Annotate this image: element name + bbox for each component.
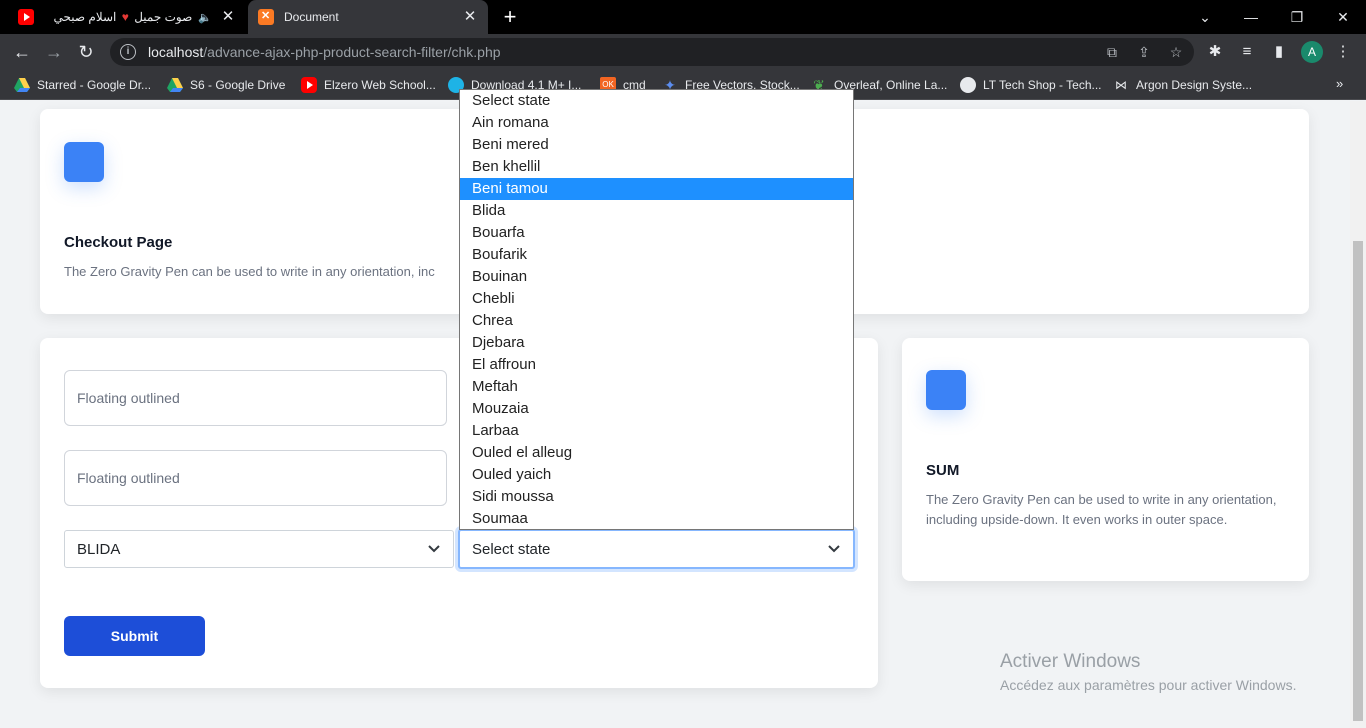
- new-tab-button[interactable]: +: [498, 5, 522, 29]
- tab-title-document: Document: [284, 10, 339, 24]
- bookmark-item[interactable]: S6 - Google Drive: [167, 76, 285, 94]
- dropdown-option[interactable]: Meftah: [460, 376, 853, 398]
- tab-bar: صوت جميل ♥ اسلام صبحي 🔈 ✕ Document ✕ + ⌄…: [0, 0, 1366, 34]
- chevron-down-icon: [428, 545, 440, 553]
- floating-input-2[interactable]: Floating outlined: [64, 450, 447, 506]
- dropdown-option[interactable]: Chrea: [460, 310, 853, 332]
- input-placeholder: Floating outlined: [77, 470, 180, 486]
- dropdown-option[interactable]: Ben khellil: [460, 156, 853, 178]
- share-icon[interactable]: ⇪: [1136, 44, 1152, 60]
- google-drive-icon: [14, 77, 30, 93]
- dropdown-option[interactable]: Sidi moussa: [460, 486, 853, 508]
- page-scrollbar[interactable]: [1350, 101, 1366, 728]
- star-icon[interactable]: ☆: [1168, 44, 1184, 60]
- bookmark-label: Argon Design Syste...: [1136, 78, 1253, 92]
- url-text: localhost/advance-ajax-php-product-searc…: [148, 44, 501, 60]
- dropdown-option[interactable]: Select state: [460, 90, 853, 112]
- sum-description: The Zero Gravity Pen can be used to writ…: [926, 492, 1277, 527]
- dropdown-option[interactable]: Ain romana: [460, 112, 853, 134]
- url-path: /advance-ajax-php-product-search-filter/…: [203, 44, 501, 60]
- watermark-title: Activer Windows: [1000, 651, 1141, 672]
- xampp-icon: [258, 9, 274, 25]
- avatar[interactable]: A: [1301, 41, 1323, 63]
- state-select[interactable]: Select state: [458, 529, 855, 569]
- restore-icon[interactable]: ❐: [1274, 0, 1320, 34]
- floating-input-1[interactable]: Floating outlined: [64, 370, 447, 426]
- close-tab-icon[interactable]: ✕: [220, 9, 236, 25]
- submit-button[interactable]: Submit: [64, 616, 205, 656]
- media-control-icon[interactable]: ≡: [1237, 42, 1257, 62]
- heart-icon: ♥: [121, 10, 129, 24]
- globe-icon: [960, 77, 976, 93]
- bookmark-item[interactable]: LT Tech Shop - Tech...: [960, 76, 1102, 94]
- side-panel-icon[interactable]: ▮: [1269, 42, 1289, 62]
- tab-title-youtube: صوت جميل ♥ اسلام صبحي: [44, 10, 193, 24]
- dropdown-option[interactable]: El affroun: [460, 354, 853, 376]
- dropdown-option[interactable]: Beni mered: [460, 134, 853, 156]
- dropdown-option[interactable]: Boufarik: [460, 244, 853, 266]
- checkout-card-icon: [64, 142, 104, 182]
- page-title: Checkout Page: [64, 234, 173, 251]
- windows-activation-watermark: Activer Windows Accédez aux paramètres p…: [1000, 651, 1296, 693]
- tab-title-main: اسلام صبحي: [53, 10, 117, 24]
- browser-toolbar: ← → ↻ i localhost/advance-ajax-php-produ…: [0, 34, 1366, 70]
- info-icon[interactable]: i: [120, 44, 136, 60]
- dropdown-option[interactable]: Blida: [460, 200, 853, 222]
- argon-icon: ⋈: [1115, 78, 1127, 92]
- bookmark-item[interactable]: ⋈ Argon Design Syste...: [1113, 76, 1252, 94]
- watermark-subtitle: Accédez aux paramètres pour activer Wind…: [1000, 677, 1297, 693]
- tab-title-suffix: صوت جميل: [134, 10, 193, 24]
- dropdown-option[interactable]: Djebara: [460, 332, 853, 354]
- google-drive-icon: [167, 77, 183, 93]
- bookmark-label: Starred - Google Dr...: [37, 78, 152, 92]
- dropdown-option[interactable]: Chebli: [460, 288, 853, 310]
- input-placeholder: Floating outlined: [77, 390, 180, 406]
- dropdown-option[interactable]: Larbaa: [460, 420, 853, 442]
- tab-document[interactable]: Document ✕: [248, 0, 488, 34]
- dropdown-option[interactable]: Ouled yaich: [460, 464, 853, 486]
- checkout-description: The Zero Gravity Pen can be used to writ…: [64, 264, 435, 279]
- reload-icon[interactable]: ↻: [72, 38, 100, 66]
- forward-icon[interactable]: →: [40, 38, 68, 66]
- sum-card: SUM The Zero Gravity Pen can be used to …: [902, 338, 1309, 581]
- wilaya-select[interactable]: BLIDA: [64, 530, 454, 568]
- menu-icon[interactable]: ⋮: [1333, 42, 1353, 62]
- url-host: localhost: [148, 44, 204, 60]
- bookmark-item[interactable]: Elzero Web School...: [301, 76, 436, 94]
- state-dropdown-list[interactable]: Select state Ain romana Beni mered Ben khel…: [459, 89, 854, 530]
- dropdown-option[interactable]: Bouinan: [460, 266, 853, 288]
- bookmark-label: LT Tech Shop - Tech...: [983, 78, 1102, 92]
- close-tab-icon[interactable]: ✕: [462, 9, 478, 25]
- tab-youtube[interactable]: صوت جميل ♥ اسلام صبحي 🔈 ✕: [8, 0, 246, 34]
- dropdown-option[interactable]: Beni tamou: [460, 178, 853, 200]
- more-bookmarks-icon[interactable]: »: [1336, 76, 1343, 91]
- bookmark-item[interactable]: Starred - Google Dr...: [14, 76, 151, 94]
- state-select-value: Select state: [472, 540, 551, 558]
- extensions-icon[interactable]: ✱: [1205, 42, 1225, 62]
- sum-card-icon: [926, 370, 966, 410]
- dropdown-option[interactable]: Soumaa: [460, 508, 853, 529]
- bookmark-label: Elzero Web School...: [324, 78, 436, 92]
- chevron-down-icon: [828, 545, 840, 553]
- back-icon[interactable]: ←: [8, 38, 36, 66]
- bookmark-label: S6 - Google Drive: [190, 78, 286, 92]
- speaker-icon[interactable]: 🔈: [198, 11, 212, 24]
- dropdown-option[interactable]: Bouarfa: [460, 222, 853, 244]
- sum-title: SUM: [926, 462, 960, 479]
- address-bar[interactable]: i localhost/advance-ajax-php-product-sea…: [110, 38, 1194, 66]
- scrollbar-thumb[interactable]: [1353, 241, 1363, 721]
- translate-icon[interactable]: ⧉: [1104, 44, 1120, 60]
- wilaya-select-value: BLIDA: [77, 540, 121, 558]
- dropdown-option[interactable]: Mouzaia: [460, 398, 853, 420]
- chevron-down-icon[interactable]: ⌄: [1182, 0, 1228, 34]
- youtube-icon: [301, 77, 317, 93]
- youtube-icon: [18, 9, 34, 25]
- minimize-icon[interactable]: —: [1228, 0, 1274, 34]
- close-window-icon[interactable]: ✕: [1320, 0, 1366, 34]
- dropdown-option[interactable]: Ouled el alleug: [460, 442, 853, 464]
